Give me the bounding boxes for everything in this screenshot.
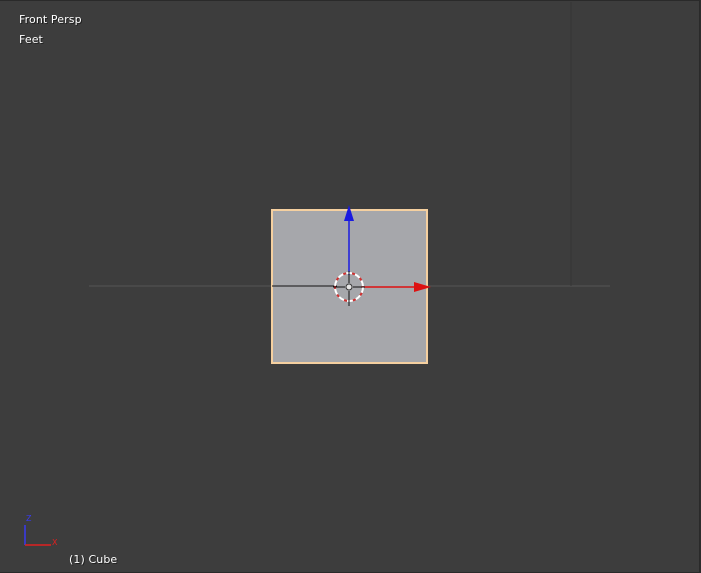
active-object-label: (1) Cube — [69, 553, 118, 566]
navigation-axes-widget: Z X — [24, 514, 58, 547]
nav-x-label: X — [52, 538, 58, 547]
nav-z-label: Z — [26, 514, 32, 523]
object-origin-dot — [345, 283, 353, 291]
viewport-canvas[interactable]: Z X — [0, 1, 699, 572]
3d-viewport[interactable]: Front Persp Feet Z X (1) Cube — [0, 0, 700, 573]
